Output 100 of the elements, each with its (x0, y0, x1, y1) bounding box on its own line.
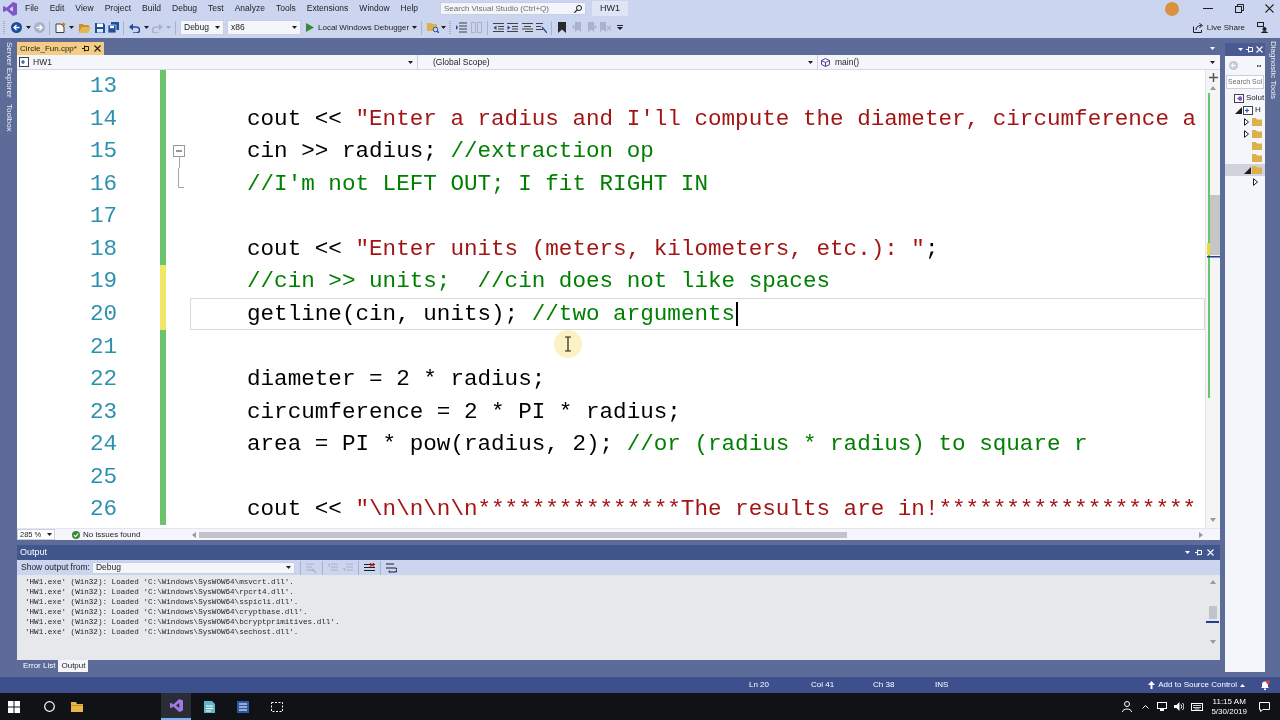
caret-icon[interactable] (26, 26, 31, 29)
line-number: 25 (89, 463, 117, 490)
more-icon[interactable] (1257, 64, 1261, 67)
scroll-left-icon[interactable] (192, 531, 196, 538)
folder-search-icon[interactable] (427, 22, 440, 33)
clear-all-icon[interactable] (364, 562, 375, 573)
bookmark-icon[interactable] (558, 22, 567, 33)
person-icon[interactable] (1122, 701, 1133, 712)
side-tab[interactable]: Diagnostic Tools (1266, 41, 1279, 100)
split-plus-icon[interactable] (1208, 73, 1218, 82)
caret-icon[interactable] (47, 533, 52, 536)
menu-item[interactable]: Help (400, 4, 419, 13)
tree-item[interactable]: H (1225, 104, 1265, 116)
lines-icon[interactable] (522, 23, 534, 32)
overflow-icon[interactable] (617, 25, 624, 30)
caret-icon[interactable] (286, 566, 291, 569)
menu-item[interactable]: Window (359, 4, 390, 13)
caret-icon[interactable] (1210, 60, 1215, 64)
menu-item[interactable]: View (75, 4, 94, 13)
source-control-button[interactable]: Add to Source Control (1148, 679, 1245, 691)
list-arrow-icon[interactable] (456, 22, 468, 33)
app-logo-icon (3, 1, 17, 16)
folder-icon[interactable] (71, 701, 83, 712)
scroll-down-icon[interactable] (1210, 518, 1216, 522)
caret-icon[interactable] (144, 26, 149, 29)
scrollbar-thumb[interactable] (199, 531, 847, 538)
side-tab[interactable]: Toolbox (2, 103, 15, 132)
start-debugging-button[interactable]: Local Windows Debugger (306, 20, 410, 35)
tree-item[interactable] (1225, 164, 1265, 176)
menu-item[interactable]: Test (208, 4, 224, 13)
output-source-dropdown[interactable]: Debug (92, 561, 295, 574)
dashed-rectangle-icon[interactable] (271, 701, 283, 712)
undo-icon[interactable] (129, 22, 140, 33)
caret-icon[interactable] (408, 60, 413, 64)
save-all-icon[interactable] (108, 22, 119, 33)
chevron-up-icon[interactable] (1142, 704, 1150, 709)
collapsed-arrow-icon[interactable] (1244, 130, 1249, 138)
network-icon[interactable] (1157, 702, 1168, 711)
panel-tab[interactable]: Output (58, 660, 89, 672)
document-tab[interactable]: Circle_Fun.cpp* (17, 42, 104, 55)
restore-icon[interactable] (1235, 4, 1244, 13)
share-icon (1192, 22, 1203, 33)
caret-icon[interactable] (215, 26, 220, 29)
pin-icon[interactable] (81, 45, 89, 52)
tree-item[interactable]: Solut (1225, 92, 1265, 104)
lines-slash-icon[interactable] (536, 22, 548, 33)
scope-dropdown[interactable]: (Global Scope) (418, 55, 817, 69)
caret-icon[interactable] (69, 26, 74, 29)
save-icon[interactable] (95, 22, 105, 33)
platform-dropdown[interactable]: x86 (227, 20, 301, 35)
menu-item[interactable]: Extensions (306, 4, 349, 13)
word-wrap-icon[interactable] (386, 562, 397, 573)
close-icon[interactable] (1265, 4, 1274, 13)
new-item-icon[interactable] (55, 22, 66, 33)
menu-item[interactable]: Analyze (234, 4, 265, 13)
scroll-right-icon[interactable] (1199, 531, 1203, 538)
caret-icon[interactable] (412, 26, 418, 29)
panel-tab[interactable]: Error List (20, 660, 59, 672)
document-tile-icon[interactable] (237, 700, 249, 713)
caret-icon[interactable] (292, 26, 297, 29)
caret-icon[interactable] (1238, 48, 1243, 51)
expanded-arrow-icon[interactable] (1244, 166, 1251, 174)
notification-icon[interactable] (1259, 701, 1270, 712)
insert-mode-indicator: INS (935, 680, 949, 689)
search-icon[interactable] (574, 4, 582, 13)
collapse-icon[interactable] (173, 145, 185, 158)
collapsed-arrow-icon[interactable] (1244, 118, 1249, 126)
keyboard-icon[interactable] (1191, 702, 1204, 711)
bell-icon[interactable] (1260, 680, 1270, 690)
close-icon[interactable] (93, 45, 101, 52)
outdent-icon[interactable] (493, 23, 505, 32)
indent-icon[interactable] (507, 23, 519, 32)
document-app-icon[interactable] (204, 700, 215, 713)
clock-date[interactable]: 5/30/2019 (1211, 706, 1247, 717)
menu-item[interactable]: Debug (172, 4, 198, 13)
scroll-up-icon[interactable] (1210, 86, 1216, 90)
menu-item[interactable]: File (25, 4, 39, 13)
search-field[interactable]: Search Visual Studio (Ctrl+Q) (440, 2, 586, 15)
scrollbar-thumb[interactable] (1208, 606, 1217, 619)
project-dropdown[interactable]: HW1 (17, 55, 417, 69)
four-squares-icon[interactable] (8, 700, 20, 713)
expanded-arrow-icon[interactable] (1235, 106, 1242, 114)
person-chat-icon[interactable] (1257, 22, 1268, 33)
menu-item[interactable]: Project (104, 4, 132, 13)
caret-icon[interactable] (808, 60, 813, 64)
taskbar-app-button[interactable] (161, 693, 191, 720)
caret-icon[interactable] (1185, 551, 1190, 554)
search-icon[interactable] (44, 701, 55, 712)
caret-icon[interactable] (441, 26, 447, 29)
configuration-dropdown[interactable]: Debug (180, 20, 224, 35)
live-share-button[interactable]: Live Share (1192, 21, 1245, 34)
menu-item[interactable]: Build (142, 4, 161, 13)
back-icon[interactable] (11, 22, 22, 33)
side-tab[interactable]: Server Explorer (2, 42, 15, 98)
collapsed-arrow-icon[interactable] (1253, 178, 1258, 186)
clock-time[interactable]: 11:15 AM (1212, 696, 1246, 707)
menu-item[interactable]: Tools (275, 4, 296, 13)
menu-item[interactable]: Edit (49, 4, 65, 13)
volume-icon[interactable] (1174, 702, 1185, 711)
member-dropdown[interactable]: main() (818, 55, 1220, 69)
